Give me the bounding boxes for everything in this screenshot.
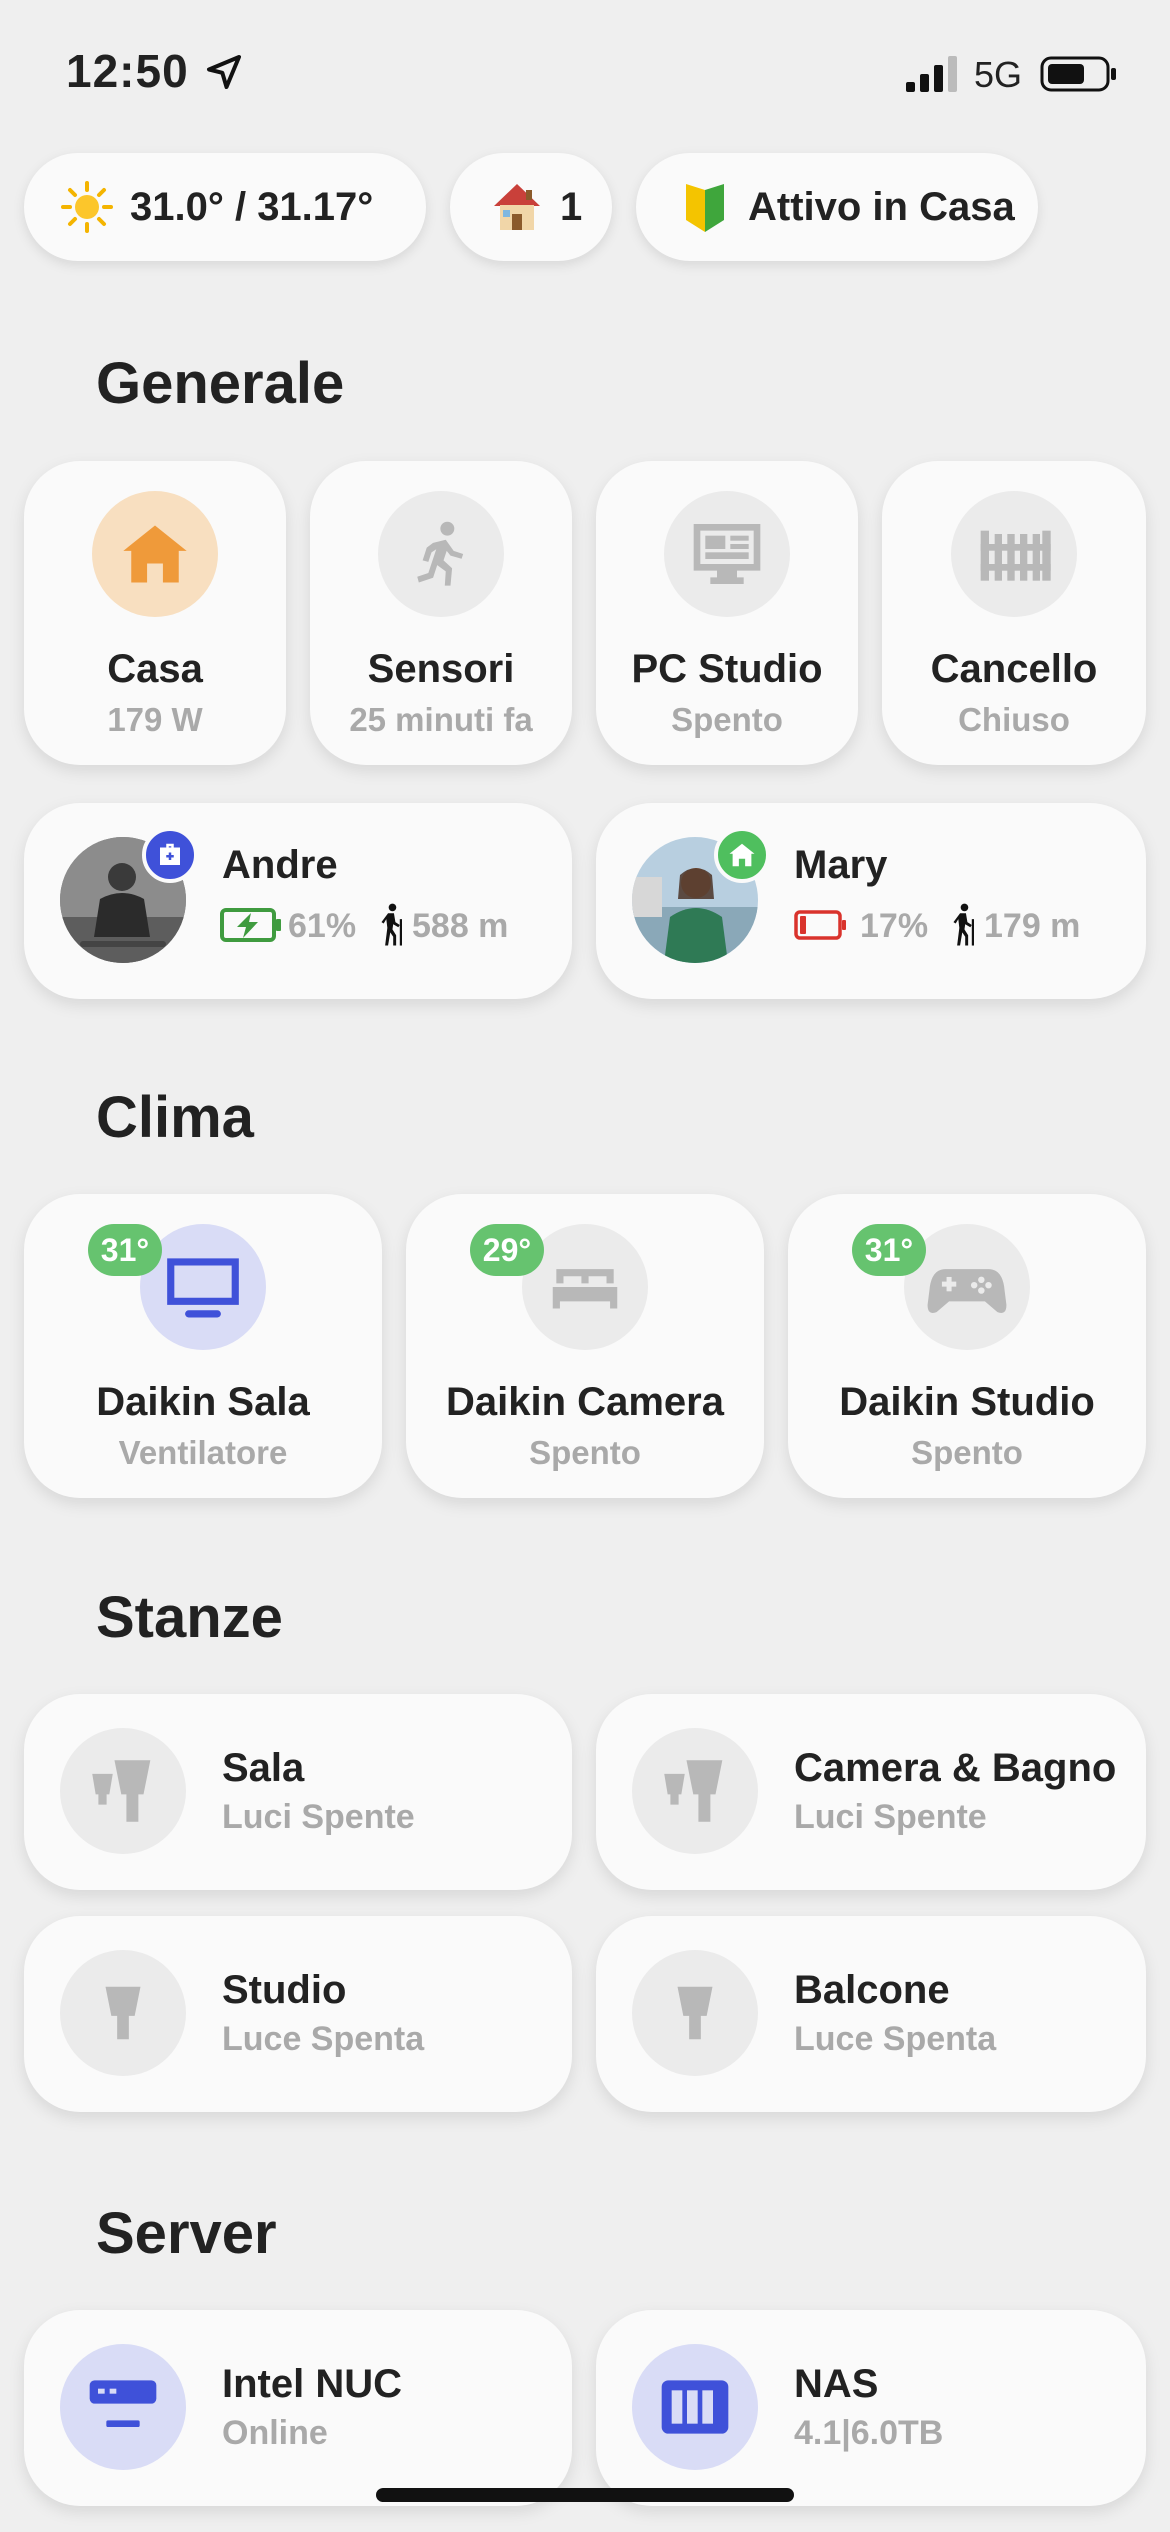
distance: 179 m (984, 907, 1081, 945)
server-title: Intel NUC (222, 2362, 402, 2406)
bulbs-icon (60, 1728, 186, 1854)
room-sub: Luce Spenta (794, 2020, 997, 2058)
tile-sub: 179 W (107, 701, 203, 738)
network-type: 5G (974, 54, 1023, 95)
server-card-nas[interactable]: NAS 4.1|6.0TB (596, 2310, 1146, 2506)
nas-icon (632, 2344, 758, 2470)
status-time: 12:50 (66, 45, 189, 97)
tile-sub: 25 minuti fa (349, 701, 533, 738)
battery-icon (1040, 56, 1116, 92)
people-home-count: 1 (560, 184, 583, 229)
tile-sub: Spento (911, 1434, 1023, 1471)
section-title-generale: Generale (96, 351, 345, 416)
room-card-balcone[interactable]: Balcone Luce Spenta (596, 1916, 1146, 2112)
sun-icon (60, 180, 114, 234)
battery-charging-icon (220, 908, 281, 942)
hiking-icon (953, 903, 974, 946)
home-icon (92, 491, 218, 617)
battery-percent: 17% (860, 907, 929, 945)
temperature-badge: 29° (470, 1224, 544, 1276)
person-card-andre[interactable]: Andre 61% 588 m (24, 803, 572, 999)
section-title-clima: Clima (96, 1085, 254, 1150)
weather-chip[interactable]: 31.0° / 31.17° (24, 153, 426, 261)
hiking-icon (381, 903, 402, 946)
mode-label: Attivo in Casa (748, 184, 1015, 229)
server-title: NAS (794, 2362, 879, 2406)
mode-chip[interactable]: Attivo in Casa (636, 153, 1038, 261)
bulbs-icon (632, 1728, 758, 1854)
room-card-sala[interactable]: Sala Luci Spente (24, 1694, 572, 1890)
tile-sub: Spento (671, 701, 783, 738)
server-sub: Online (222, 2414, 328, 2452)
tile-sensori[interactable]: Sensori 25 minuti fa (310, 461, 572, 765)
person-card-mary[interactable]: Mary 17% 179 m (596, 803, 1146, 999)
clima-card-sala[interactable]: 31° Daikin Sala Ventilatore (24, 1194, 382, 1498)
tile-title: Sensori (367, 647, 515, 691)
distance: 588 m (412, 907, 509, 945)
tile-sub: Chiuso (958, 701, 1070, 738)
home-dashboard: 12:50 5G 31.0° / 31.17° 1 Attivo in Casa… (0, 0, 1170, 2532)
tile-pc-studio[interactable]: PC Studio Spento (596, 461, 858, 765)
temperature-badge: 31° (852, 1224, 926, 1276)
tile-title: Daikin Camera (446, 1380, 724, 1424)
room-card-camera-bagno[interactable]: Camera & Bagno Luci Spente (596, 1694, 1146, 1890)
room-title: Balcone (794, 1968, 950, 2012)
tile-title: Daikin Studio (839, 1380, 1095, 1424)
person-name: Andre (222, 843, 338, 887)
room-sub: Luce Spenta (222, 2020, 425, 2058)
tile-casa[interactable]: Casa 179 W (24, 461, 286, 765)
status-bar: 12:50 5G (0, 0, 1170, 150)
battery-low-icon (794, 910, 846, 940)
person-name: Mary (794, 843, 888, 887)
room-title: Sala (222, 1746, 305, 1790)
bulb-icon (60, 1950, 186, 2076)
beginner-badge-icon (678, 180, 732, 234)
battery-percent: 61% (288, 907, 357, 945)
running-person-icon (378, 491, 504, 617)
cellular-signal-icon (906, 56, 957, 92)
mini-pc-icon (60, 2344, 186, 2470)
room-title: Camera & Bagno (794, 1746, 1117, 1790)
house-icon (490, 180, 544, 234)
gate-icon (951, 491, 1077, 617)
tile-sub: Spento (529, 1434, 641, 1471)
room-title: Studio (222, 1968, 347, 2012)
tile-title: Cancello (930, 647, 1098, 691)
tile-title: Daikin Sala (96, 1380, 310, 1424)
server-sub: 4.1|6.0TB (794, 2414, 944, 2452)
tile-title: Casa (107, 647, 203, 691)
section-title-stanze: Stanze (96, 1585, 283, 1650)
room-sub: Luci Spente (794, 1798, 987, 1836)
home-indicator[interactable] (376, 2488, 794, 2502)
room-card-studio[interactable]: Studio Luce Spenta (24, 1916, 572, 2112)
tile-cancello[interactable]: Cancello Chiuso (882, 461, 1146, 765)
work-bag-icon (142, 827, 198, 883)
clima-card-studio[interactable]: 31° Daikin Studio Spento (788, 1194, 1146, 1498)
people-home-chip[interactable]: 1 (450, 153, 612, 261)
clima-card-camera[interactable]: 29° Daikin Camera Spento (406, 1194, 764, 1498)
bulb-icon (632, 1950, 758, 2076)
room-sub: Luci Spente (222, 1798, 415, 1836)
server-card-intel-nuc[interactable]: Intel NUC Online (24, 2310, 572, 2506)
home-icon (714, 827, 770, 883)
temperature-badge: 31° (88, 1224, 162, 1276)
location-arrow-icon (207, 55, 241, 89)
monitor-icon (664, 491, 790, 617)
section-title-server: Server (96, 2201, 277, 2266)
weather-label: 31.0° / 31.17° (130, 184, 374, 229)
tile-title: PC Studio (631, 647, 823, 691)
tile-sub: Ventilatore (118, 1434, 288, 1471)
